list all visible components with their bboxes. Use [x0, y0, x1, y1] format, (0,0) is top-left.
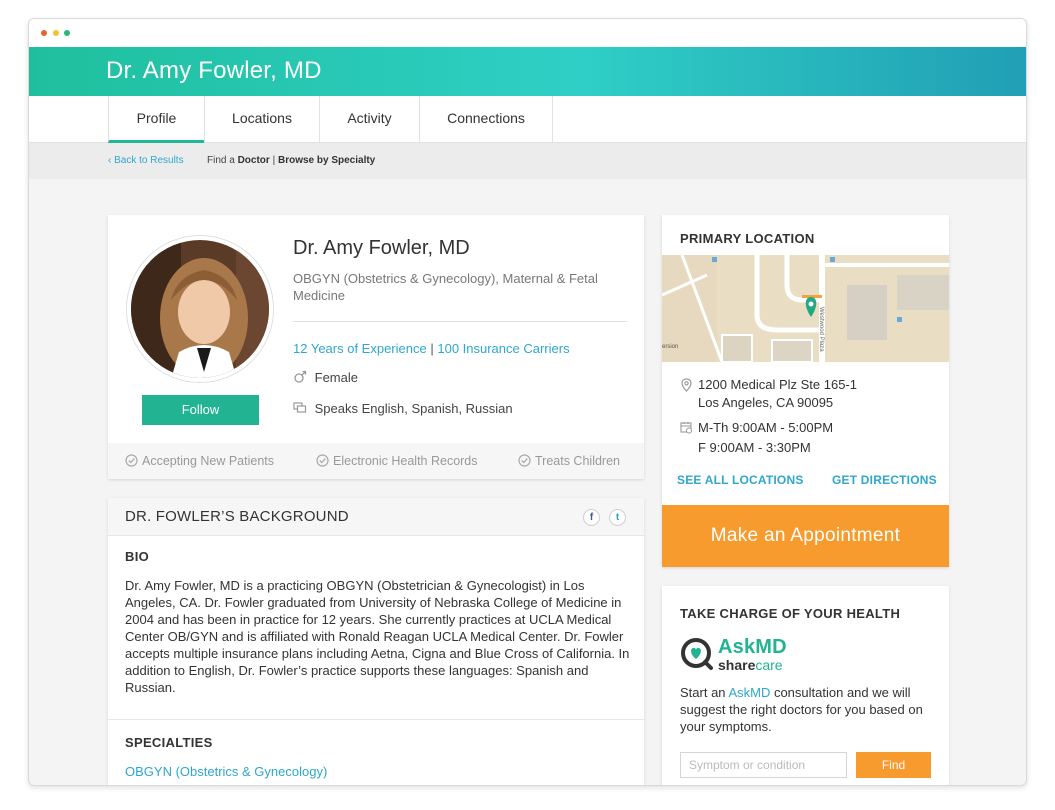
health-title: TAKE CHARGE OF YOUR HEALTH: [680, 606, 901, 621]
speech-bubbles-icon: [293, 402, 307, 413]
tab-activity[interactable]: Activity: [319, 96, 419, 143]
specialty-link[interactable]: OBGYN (Obstetrics & Gynecology): [125, 764, 327, 779]
askmd-link[interactable]: AskMD: [728, 685, 770, 700]
profile-header: Dr. Amy Fowler, MD: [29, 47, 1026, 96]
location-pin-icon: [681, 378, 692, 392]
stats-separator: |: [430, 341, 434, 356]
minimize-dot[interactable]: [53, 30, 59, 36]
calendar-clock-icon: [680, 422, 692, 434]
map-street-label: Westwood Plaza: [818, 307, 824, 352]
languages-row: Speaks English, Spanish, Russian: [293, 401, 513, 416]
languages-text: Speaks English, Spanish, Russian: [314, 401, 513, 416]
tab-connections[interactable]: Connections: [419, 96, 553, 143]
doctor-specialty: OBGYN (Obstetrics & Gynecology), Materna…: [293, 271, 598, 303]
check-circle-icon: [316, 454, 329, 467]
address-line-1: 1200 Medical Plz Ste 165-1: [698, 377, 857, 392]
specialties-label: SPECIALTIES: [125, 735, 213, 750]
address-line-2: Los Angeles, CA 90095: [698, 395, 834, 410]
browse-specialty-link[interactable]: Browse by Specialty: [278, 155, 375, 166]
profile-card: Follow Dr. Amy Fowler, MD OBGYN (Obstetr…: [108, 215, 644, 479]
twitter-icon[interactable]: t: [609, 509, 626, 526]
care-word: care: [755, 657, 783, 673]
feature-label: Accepting New Patients: [142, 454, 275, 468]
maximize-dot[interactable]: [64, 30, 70, 36]
divider: [108, 719, 644, 720]
find-doctor-link[interactable]: Doctor: [238, 155, 270, 166]
doctor-name: Dr. Amy Fowler, MD: [293, 237, 470, 259]
tab-locations[interactable]: Locations: [204, 96, 319, 143]
map-image: [662, 255, 949, 362]
hours-line-1: M-Th 9:00AM - 5:00PM: [698, 420, 834, 435]
location-title: PRIMARY LOCATION: [680, 231, 815, 246]
askmd-wordmark: AskMD: [718, 636, 787, 658]
bio-label: BIO: [125, 549, 150, 564]
browser-window: Dr. Amy Fowler, MD Profile Locations Act…: [28, 18, 1027, 786]
facebook-icon[interactable]: f: [583, 509, 600, 526]
bio-text: Dr. Amy Fowler, MD is a practicing OBGYN…: [125, 578, 630, 695]
share-word: share: [718, 657, 756, 673]
portrait-image: [131, 240, 269, 378]
breadcrumb-separator: |: [272, 155, 276, 166]
background-card: DR. FOWLER’S BACKGROUND f t BIO Dr. Amy …: [108, 498, 644, 785]
breadcrumb-trail: Find a Doctor | Browse by Specialty: [207, 143, 375, 179]
feature-label: Treats Children: [535, 454, 620, 468]
askmd-logo: AskMD sharecare: [680, 636, 820, 674]
divider: [293, 321, 627, 322]
doctor-photo: [127, 236, 273, 382]
insurance-link[interactable]: 100 Insurance Carriers: [437, 341, 569, 356]
feature-treats-children: Treats Children: [518, 443, 620, 479]
make-appointment-button[interactable]: Make an Appointment: [662, 505, 949, 567]
feature-bar: Accepting New Patients Electronic Health…: [108, 443, 644, 479]
health-text-prefix: Start an: [680, 685, 726, 700]
experience-link[interactable]: 12 Years of Experience: [293, 341, 427, 356]
tab-bar: Profile Locations Activity Connections: [29, 96, 1026, 143]
gender-icon: [294, 370, 307, 383]
hours-line-2: F 9:00AM - 3:30PM: [698, 440, 811, 455]
page-title: Dr. Amy Fowler, MD: [106, 57, 322, 84]
back-to-results-link[interactable]: ‹ Back to Results: [108, 143, 184, 179]
see-all-locations-link[interactable]: SEE ALL LOCATIONS: [677, 473, 804, 487]
feature-health-records: Electronic Health Records: [316, 443, 478, 479]
background-title: DR. FOWLER’S BACKGROUND: [125, 508, 349, 525]
close-dot[interactable]: [41, 30, 47, 36]
window-chrome: [29, 19, 1026, 47]
sharecare-wordmark: sharecare: [718, 657, 783, 673]
gender-text: Female: [314, 370, 358, 385]
symptom-input[interactable]: [680, 752, 847, 778]
askmd-logo-icon: [681, 638, 713, 670]
profile-stats: 12 Years of Experience | 100 Insurance C…: [293, 341, 570, 356]
check-circle-icon: [518, 454, 531, 467]
location-card: PRIMARY LOCATION Westwood Plaza ersion 1…: [662, 215, 949, 567]
feature-label: Electronic Health Records: [333, 454, 478, 468]
health-card: TAKE CHARGE OF YOUR HEALTH AskMD shareca…: [662, 586, 949, 785]
health-description: Start an AskMD consultation and we will …: [680, 684, 940, 735]
get-directions-link[interactable]: GET DIRECTIONS: [832, 473, 937, 487]
tab-profile[interactable]: Profile: [108, 96, 204, 143]
back-label[interactable]: Back to Results: [114, 155, 183, 166]
map-edge-label: ersion: [662, 344, 679, 350]
breadcrumb: ‹ Back to Results Find a Doctor | Browse…: [29, 143, 1026, 179]
follow-button[interactable]: Follow: [142, 395, 259, 425]
background-header: DR. FOWLER’S BACKGROUND f t: [108, 498, 644, 536]
find-button[interactable]: Find: [856, 752, 931, 778]
location-map[interactable]: Westwood Plaza ersion: [662, 255, 949, 362]
feature-accepting-patients: Accepting New Patients: [125, 443, 274, 479]
gender-row: Female: [293, 370, 358, 385]
check-circle-icon: [125, 454, 138, 467]
find-prefix: Find a: [207, 155, 235, 166]
